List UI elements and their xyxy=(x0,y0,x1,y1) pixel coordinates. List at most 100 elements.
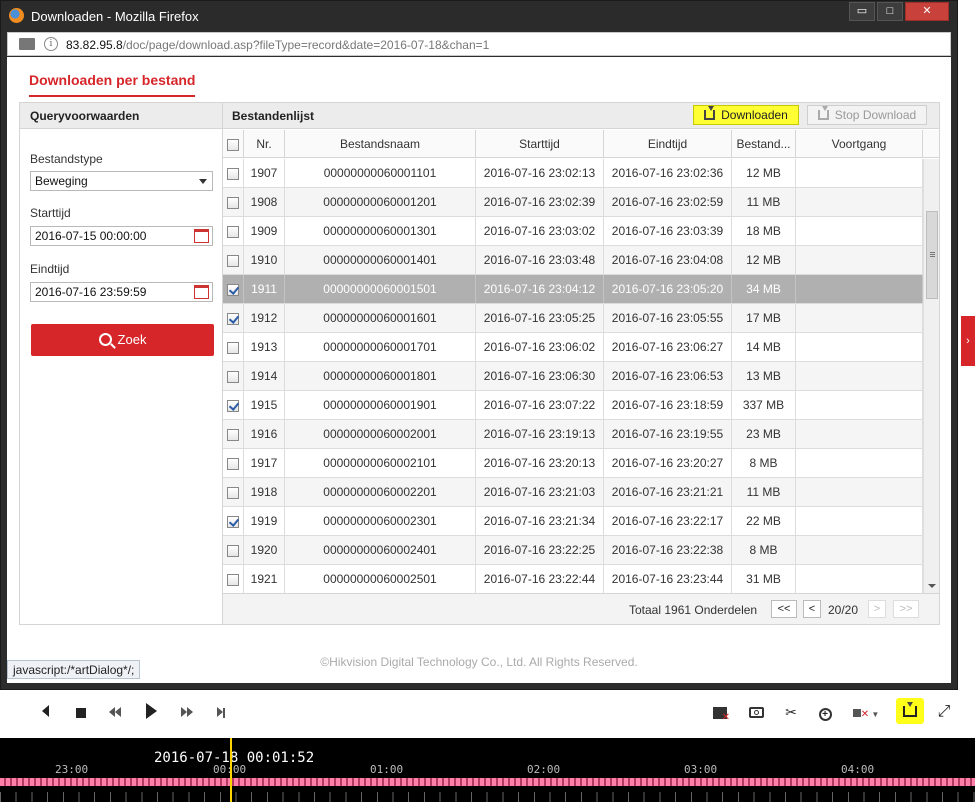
cell-start-time: 2016-07-16 23:22:44 xyxy=(476,565,604,593)
download-icon[interactable] xyxy=(896,698,924,724)
row-checkbox[interactable] xyxy=(227,341,239,354)
cell-progress xyxy=(796,159,923,187)
stop-icon[interactable] xyxy=(74,703,88,721)
scroll-down-arrow-icon[interactable] xyxy=(928,584,936,588)
row-checkbox[interactable] xyxy=(227,370,239,383)
table-row[interactable]: 1915 00000000060001901 2016-07-16 23:07:22… xyxy=(223,391,923,420)
row-checkbox-cell xyxy=(223,478,244,506)
row-checkbox[interactable] xyxy=(227,399,239,412)
row-checkbox[interactable] xyxy=(227,428,239,441)
cell-end-time: 2016-07-16 23:04:08 xyxy=(604,246,732,274)
table-row[interactable]: 1914 00000000060001801 2016-07-16 23:06:30… xyxy=(223,362,923,391)
clip-video-icon[interactable]: ✕ xyxy=(710,703,730,723)
table-row[interactable]: 1918 00000000060002201 2016-07-16 23:21:03… xyxy=(223,478,923,507)
cell-start-time: 2016-07-16 23:06:30 xyxy=(476,362,604,390)
fast-forward-icon[interactable] xyxy=(178,703,196,721)
row-checkbox-cell xyxy=(223,333,244,361)
table-row[interactable]: 1919 00000000060002301 2016-07-16 23:21:34… xyxy=(223,507,923,536)
browser-status-bar: javascript:/*artDialog*/; xyxy=(7,660,141,679)
prev-frame-icon[interactable] xyxy=(38,703,52,721)
fullscreen-icon[interactable]: ⤢ xyxy=(934,703,954,721)
hour-label: 04:00 xyxy=(841,763,875,776)
download-button-label: Downloaden xyxy=(721,108,788,122)
play-icon[interactable] xyxy=(143,703,159,721)
file-list-title: Bestandenlijst xyxy=(232,109,315,123)
table-row[interactable]: 1911 00000000060001501 2016-07-16 23:04:12… xyxy=(223,275,923,304)
start-time-label: Starttijd xyxy=(30,206,71,220)
cell-file-size: 337 MB xyxy=(732,391,796,419)
select-all-checkbox[interactable] xyxy=(227,138,239,151)
start-time-input[interactable]: 2016-07-15 00:00:00 xyxy=(30,226,213,246)
side-panel-toggle[interactable]: › xyxy=(961,316,975,366)
col-file-size[interactable]: Bestand... xyxy=(732,130,796,157)
cell-progress xyxy=(796,304,923,332)
end-time-input[interactable]: 2016-07-16 23:59:59 xyxy=(30,282,213,302)
window-titlebar[interactable]: Downloaden - Mozilla Firefox ▭ □ ✕ xyxy=(1,1,957,31)
calendar-icon[interactable] xyxy=(194,285,209,299)
row-checkbox[interactable] xyxy=(227,167,239,180)
table-row[interactable]: 1916 00000000060002001 2016-07-16 23:19:13… xyxy=(223,420,923,449)
stop-download-button[interactable]: Stop Download xyxy=(807,105,927,125)
next-page-button[interactable]: > xyxy=(868,600,886,618)
camera-icon[interactable] xyxy=(746,703,766,721)
table-row[interactable]: 1907 00000000060001101 2016-07-16 23:02:13… xyxy=(223,159,923,188)
col-progress[interactable]: Voortgang xyxy=(796,130,923,157)
row-checkbox[interactable] xyxy=(227,544,239,557)
volume-muted-icon[interactable]: ✕ ▼ xyxy=(850,703,882,721)
table-row[interactable]: 1920 00000000060002401 2016-07-16 23:22:25… xyxy=(223,536,923,565)
row-checkbox[interactable] xyxy=(227,515,239,528)
row-checkbox[interactable] xyxy=(227,486,239,499)
file-type-select[interactable]: Beweging xyxy=(30,171,213,191)
cell-progress xyxy=(796,362,923,390)
scrollbar-thumb[interactable] xyxy=(926,211,938,299)
site-info-icon[interactable]: i xyxy=(44,37,58,51)
zoom-in-icon[interactable]: + xyxy=(815,703,835,721)
cell-start-time: 2016-07-16 23:07:22 xyxy=(476,391,604,419)
prev-page-button[interactable]: < xyxy=(803,600,821,618)
row-checkbox[interactable] xyxy=(227,283,239,296)
row-checkbox[interactable] xyxy=(227,457,239,470)
row-checkbox[interactable] xyxy=(227,573,239,586)
first-page-button[interactable]: << xyxy=(771,600,797,618)
table-row[interactable]: 1910 00000000060001401 2016-07-16 23:03:48… xyxy=(223,246,923,275)
slow-down-icon[interactable] xyxy=(106,703,124,721)
calendar-icon[interactable] xyxy=(194,229,209,243)
table-row[interactable]: 1912 00000000060001601 2016-07-16 23:05:25… xyxy=(223,304,923,333)
cell-filename: 00000000060001901 xyxy=(285,391,476,419)
cell-nr: 1921 xyxy=(244,565,285,593)
row-checkbox[interactable] xyxy=(227,312,239,325)
tab-download-per-file[interactable]: Downloaden per bestand xyxy=(29,72,196,97)
cell-end-time: 2016-07-16 23:19:55 xyxy=(604,420,732,448)
url-path: /doc/page/download.asp?fileType=record&d… xyxy=(122,38,490,52)
table-row[interactable]: 1908 00000000060001201 2016-07-16 23:02:39… xyxy=(223,188,923,217)
playback-timeline[interactable]: 2016-07-18 00:01:52 23:00 00:00 01:00 02… xyxy=(0,738,975,802)
chevron-down-icon xyxy=(199,179,207,184)
table-row[interactable]: 1909 00000000060001301 2016-07-16 23:03:02… xyxy=(223,217,923,246)
col-start-time[interactable]: Starttijd xyxy=(476,130,604,157)
close-button[interactable]: ✕ xyxy=(905,2,949,21)
search-button[interactable]: Zoek xyxy=(31,324,214,356)
col-nr[interactable]: Nr. xyxy=(244,130,285,157)
minimize-button[interactable]: ▭ xyxy=(849,2,875,21)
next-frame-icon[interactable] xyxy=(213,703,229,721)
query-panel-title: Queryvoorwaarden xyxy=(20,103,222,129)
search-button-label: Zoek xyxy=(117,332,147,347)
table-row[interactable]: 1921 00000000060002501 2016-07-16 23:22:44… xyxy=(223,565,923,593)
vertical-scrollbar[interactable] xyxy=(923,159,939,593)
cell-end-time: 2016-07-16 23:02:36 xyxy=(604,159,732,187)
table-row[interactable]: 1913 00000000060001701 2016-07-16 23:06:02… xyxy=(223,333,923,362)
row-checkbox[interactable] xyxy=(227,196,239,209)
table-row[interactable]: 1917 00000000060002101 2016-07-16 23:20:13… xyxy=(223,449,923,478)
maximize-button[interactable]: □ xyxy=(877,2,903,21)
download-icon xyxy=(704,106,716,120)
scissors-icon[interactable]: ✂ xyxy=(781,703,801,721)
col-filename[interactable]: Bestandsnaam xyxy=(285,130,476,157)
col-end-time[interactable]: Eindtijd xyxy=(604,130,732,157)
cell-file-size: 13 MB xyxy=(732,362,796,390)
row-checkbox[interactable] xyxy=(227,254,239,267)
download-button[interactable]: Downloaden xyxy=(693,105,799,125)
url-bar[interactable]: i 83.82.95.8/doc/page/download.asp?fileT… xyxy=(7,32,951,56)
timeline-cursor[interactable] xyxy=(230,738,232,802)
last-page-button[interactable]: >> xyxy=(893,600,919,618)
row-checkbox[interactable] xyxy=(227,225,239,238)
